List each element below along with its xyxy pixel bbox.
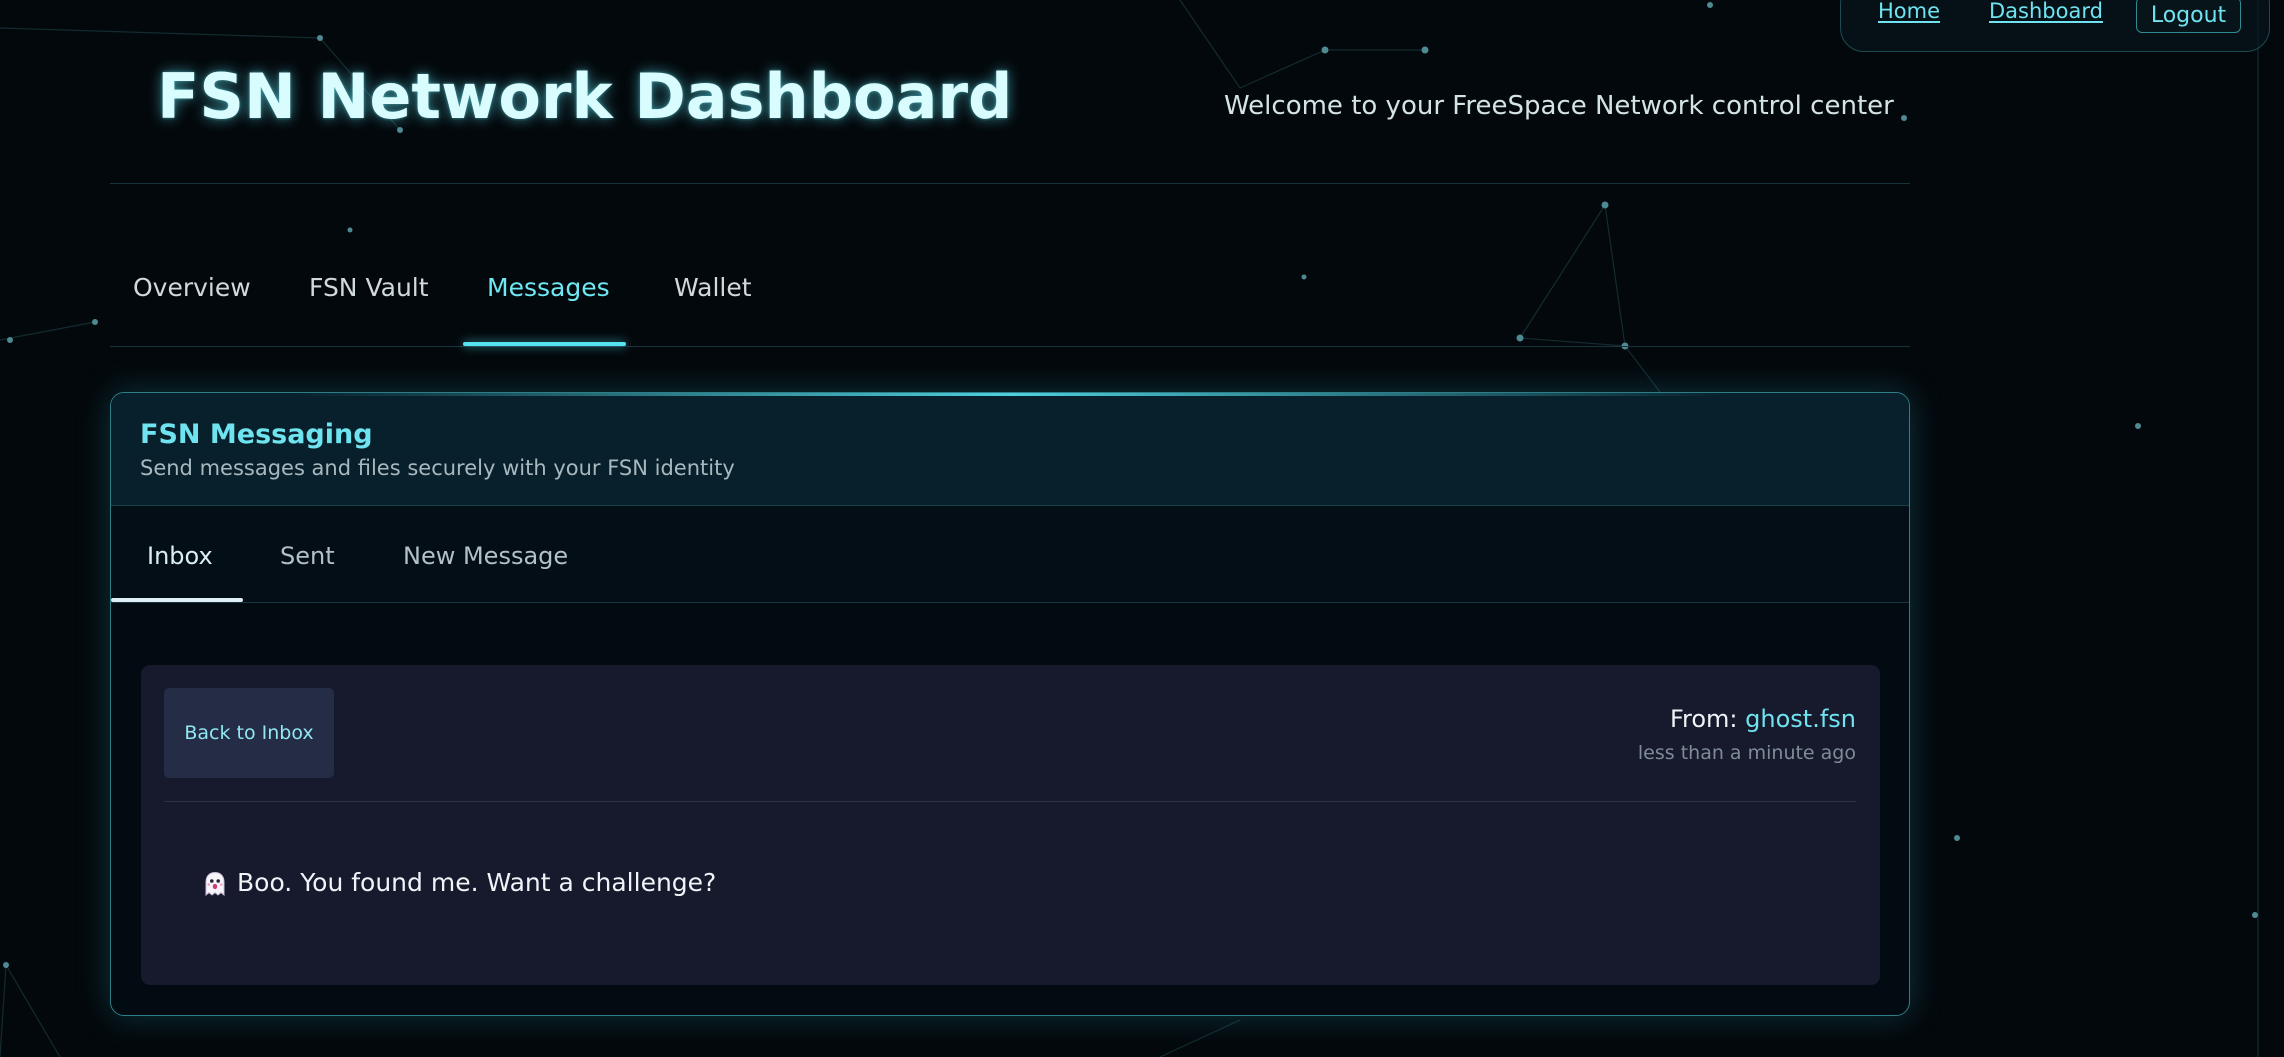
home-link[interactable]: Home [1878, 0, 1940, 23]
tab-fsn-vault[interactable]: FSN Vault [309, 273, 429, 302]
active-tab-indicator [463, 342, 626, 346]
message-from: From: ghost.fsn [1670, 705, 1856, 733]
tab-inbox[interactable]: Inbox [147, 542, 213, 570]
ghost-icon [205, 871, 225, 897]
tab-wallet[interactable]: Wallet [674, 273, 752, 302]
message-card: Back to Inbox From: ghost.fsn less than … [141, 665, 1880, 985]
sender-address[interactable]: ghost.fsn [1745, 705, 1856, 733]
from-label: From: [1669, 705, 1746, 733]
messaging-header: FSN Messaging Send messages and files se… [111, 393, 1909, 506]
header-divider [110, 183, 1910, 184]
message-body: Boo. You found me. Want a challenge? [237, 868, 717, 897]
message-timestamp: less than a minute ago [1637, 742, 1856, 764]
message-divider [164, 801, 1856, 802]
tab-overview[interactable]: Overview [133, 273, 251, 302]
messaging-subtitle: Send messages and files securely with yo… [140, 456, 735, 480]
messaging-panel: FSN Messaging Send messages and files se… [110, 392, 1910, 1016]
inbox-tab-indicator [111, 598, 243, 602]
logout-button[interactable]: Logout [2136, 0, 2241, 33]
tabs-divider [110, 346, 1910, 347]
tab-new-message[interactable]: New Message [403, 542, 568, 570]
back-to-inbox-button[interactable]: Back to Inbox [164, 688, 334, 778]
top-navigation: Home Dashboard Logout [1840, 0, 2270, 52]
welcome-text: Welcome to your FreeSpace Network contro… [1224, 91, 1894, 121]
panel-glow [291, 393, 1729, 396]
messaging-tabs: Inbox Sent New Message [111, 506, 1909, 603]
messaging-title: FSN Messaging [140, 419, 373, 450]
tab-sent[interactable]: Sent [280, 542, 335, 570]
page-title: FSN Network Dashboard [157, 60, 1013, 133]
tab-messages[interactable]: Messages [487, 273, 610, 302]
dashboard-link[interactable]: Dashboard [1989, 0, 2103, 23]
